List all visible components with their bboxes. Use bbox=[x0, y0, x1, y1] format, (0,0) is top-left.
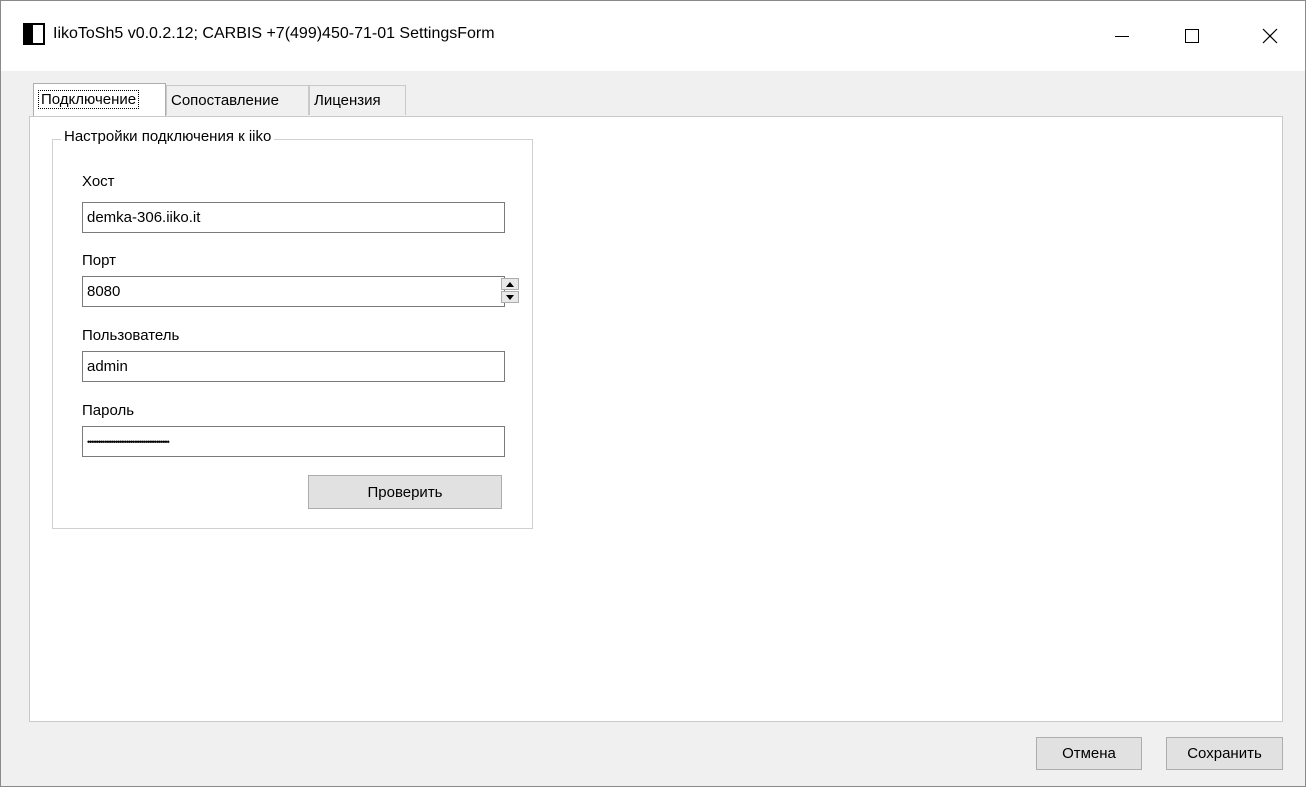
tab-license-label: Лицензия bbox=[314, 92, 381, 109]
spin-up-icon bbox=[506, 281, 514, 287]
minimize-button[interactable] bbox=[1087, 1, 1157, 71]
tab-connection-label: Подключение bbox=[38, 90, 140, 109]
close-icon bbox=[1262, 28, 1278, 44]
port-spinner bbox=[501, 278, 521, 305]
port-spin-down[interactable] bbox=[501, 291, 519, 303]
save-button[interactable]: Сохранить bbox=[1166, 737, 1283, 770]
close-button[interactable] bbox=[1235, 1, 1305, 71]
user-input[interactable] bbox=[82, 351, 505, 382]
group-title: Настройки подключения к iiko bbox=[61, 128, 275, 145]
host-label: Хост bbox=[82, 173, 115, 190]
port-spin-up[interactable] bbox=[501, 278, 519, 290]
window-title: IikoToSh5 v0.0.2.12; CARBIS +7(499)450-7… bbox=[53, 25, 495, 42]
maximize-icon bbox=[1185, 29, 1199, 43]
password-input[interactable] bbox=[82, 426, 505, 457]
port-label: Порт bbox=[82, 252, 117, 269]
app-icon bbox=[23, 23, 45, 45]
connection-tab-panel: Настройки подключения к iiko Хост Порт П… bbox=[29, 116, 1283, 722]
tab-connection[interactable]: Подключение bbox=[33, 83, 166, 116]
tab-license[interactable]: Лицензия bbox=[309, 85, 406, 115]
settings-window: IikoToSh5 v0.0.2.12; CARBIS +7(499)450-7… bbox=[0, 0, 1306, 787]
host-input[interactable] bbox=[82, 202, 505, 233]
tab-mapping[interactable]: Сопоставление bbox=[166, 85, 309, 115]
password-label: Пароль bbox=[82, 402, 135, 419]
check-connection-button[interactable]: Проверить bbox=[308, 475, 502, 509]
maximize-button[interactable] bbox=[1157, 1, 1227, 71]
title-bar[interactable]: IikoToSh5 v0.0.2.12; CARBIS +7(499)450-7… bbox=[1, 1, 1305, 71]
minimize-icon bbox=[1115, 36, 1129, 37]
spin-down-icon bbox=[506, 294, 514, 300]
port-input[interactable] bbox=[82, 276, 505, 307]
tab-mapping-label: Сопоставление bbox=[171, 92, 279, 109]
cancel-button[interactable]: Отмена bbox=[1036, 737, 1142, 770]
connection-settings-group: Настройки подключения к iiko Хост Порт П… bbox=[52, 128, 533, 529]
user-label: Пользователь bbox=[82, 327, 180, 344]
